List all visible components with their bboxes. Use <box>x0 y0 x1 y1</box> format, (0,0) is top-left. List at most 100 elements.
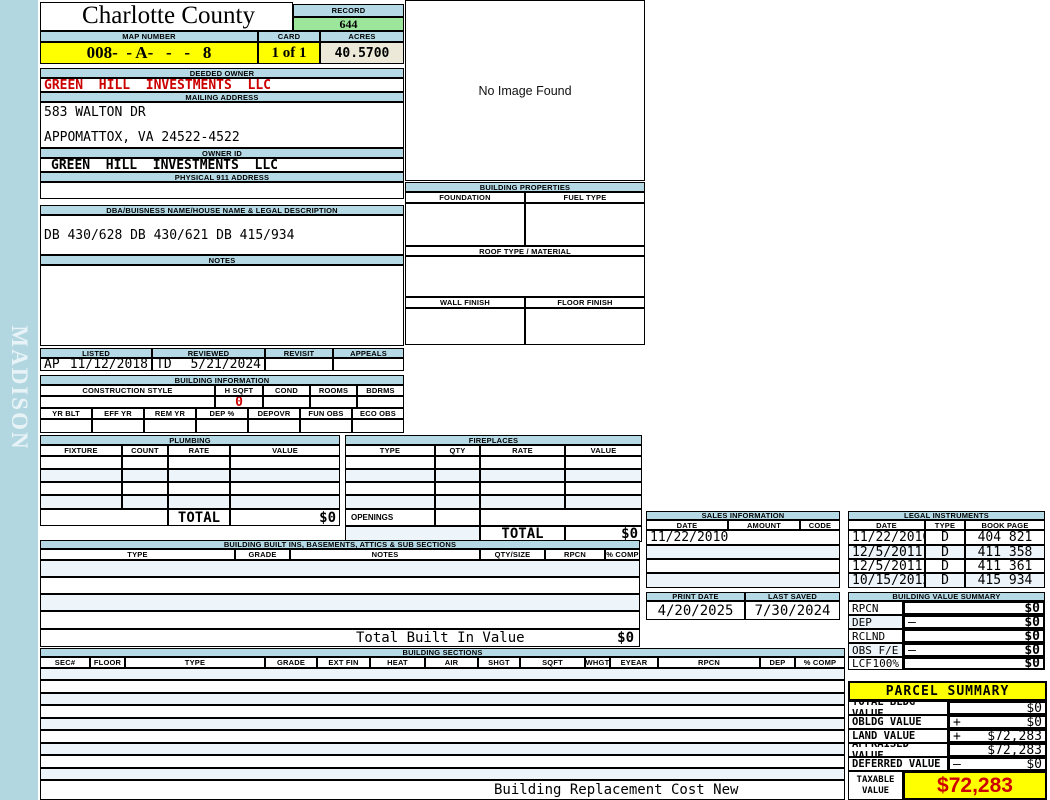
plumbing-total-row: TOTAL $0 <box>40 509 340 526</box>
builtins-row <box>40 577 640 594</box>
sales-row: 11/22/2010 <box>646 530 840 545</box>
print-values: 4/20/2025 7/30/2024 <box>646 601 840 620</box>
builtins-total-row: Total Built In Value $0 <box>40 629 640 647</box>
fireplaces-headers: TYPE QTY RATE VALUE <box>345 445 642 456</box>
property-photo-panel: No Image Found <box>405 0 645 181</box>
value-label: VALUE <box>230 445 340 456</box>
print-headers: PRINT DATE LAST SAVED <box>646 592 840 601</box>
fireplaces-openings-row: OPENINGS <box>345 509 642 526</box>
builtins-row <box>40 560 640 577</box>
building-sections-row <box>40 730 845 743</box>
foundation-value <box>405 203 525 246</box>
builtins-row <box>40 594 640 611</box>
sales-row <box>646 559 840 573</box>
appeals-label: APPEALS <box>333 348 404 358</box>
card-label: CARD <box>258 31 320 42</box>
mailing-address-label: MAILING ADDRESS <box>40 92 404 102</box>
roof-value <box>405 256 645 297</box>
fp-value-label: VALUE <box>565 445 642 456</box>
physical-address-value <box>40 182 404 199</box>
bi-notes-label: NOTES <box>290 549 480 560</box>
plumbing-total-value: $0 <box>230 509 340 526</box>
fp-rate-label: RATE <box>480 445 565 456</box>
legal-type-label: TYPE <box>925 520 965 530</box>
reviewed-code: TD <box>156 358 172 371</box>
ps-label: DEFERRED VALUE <box>848 757 948 771</box>
ps-value: $72,283 <box>987 743 1042 757</box>
bdrms-value <box>357 396 404 408</box>
mailing-line2: APPOMATTOX, VA 24522-4522 <box>44 130 240 145</box>
legal-row: 12/5/2011 D 411 361 <box>848 559 1045 573</box>
construction-style-label: CONSTRUCTION STYLE <box>40 385 215 396</box>
bvs-value: $0 <box>1024 629 1040 643</box>
bvs-value: $0 <box>1024 643 1040 657</box>
ps-op: + <box>953 715 961 729</box>
bp-cells-1 <box>405 203 645 246</box>
building-sections-headers: SEC# FLOOR TYPE GRADE EXT FIN HEAT AIR S… <box>40 657 845 668</box>
bi-qtysize-label: QTY/SIZE <box>480 549 545 560</box>
bvs-label: DEP <box>852 615 872 629</box>
fireplaces-row <box>345 456 642 469</box>
ps-label: LAND VALUE <box>848 729 948 743</box>
map-number-label: MAP NUMBER <box>40 31 258 42</box>
legal-date-label: DATE <box>848 520 925 530</box>
cond-label: COND <box>263 385 310 396</box>
no-image-text: No Image Found <box>478 83 572 98</box>
dba-label: DBA/BUISNESS NAME/HOUSE NAME & LEGAL DES… <box>40 205 404 215</box>
bvs-value: $0 <box>1024 601 1040 615</box>
fp-qty-label: QTY <box>435 445 480 456</box>
deeded-owner-label: DEEDED OWNER <box>40 68 404 78</box>
floor-finish-value <box>525 308 645 345</box>
map-number-value: 008- - A- - - 8 <box>40 42 258 64</box>
building-sections-row <box>40 742 845 756</box>
building-sections-row <box>40 717 845 731</box>
taxable-value-row: TAXABLE VALUE $72,283 <box>848 771 1047 800</box>
review-values: AP 11/12/2018 TD 5/21/2024 <box>40 358 404 371</box>
dep-label: DEP % <box>196 408 248 419</box>
fixture-label: FIXTURE <box>40 445 122 456</box>
builtins-headers: TYPE GRADE NOTES QTY/SIZE RPCN % COMP <box>40 549 640 560</box>
hsqft-label: H SQFT <box>215 385 263 396</box>
reviewed-label: REVIEWED <box>152 348 265 358</box>
ps-value: $0 <box>1026 715 1042 729</box>
bvs-label: RPCN <box>852 601 879 615</box>
building-sections-row <box>40 755 845 768</box>
sales-amount-label: AMOUNT <box>728 520 800 530</box>
revisit-value <box>265 358 333 371</box>
foundation-label: FOUNDATION <box>405 192 525 203</box>
bi-grade-label: GRADE <box>235 549 290 560</box>
sales-row <box>646 573 840 588</box>
notes-value <box>40 265 404 346</box>
print-date-value: 4/20/2025 <box>646 601 745 620</box>
physical-address-label: PHYSICAL 911 ADDRESS <box>40 172 404 182</box>
sales-row <box>646 545 840 559</box>
fireplaces-row <box>345 482 642 495</box>
print-date-label: PRINT DATE <box>646 592 745 601</box>
bvs-op: – <box>908 615 916 629</box>
building-sections-footer: Building Replacement Cost New <box>40 780 845 800</box>
building-sections-row <box>40 692 845 706</box>
building-information-title: BUILDING INFORMATION <box>40 375 404 385</box>
listed-code: AP <box>44 358 60 371</box>
yrblt-label: YR BLT <box>40 408 92 419</box>
taxable-value: $72,283 <box>903 771 1047 800</box>
wall-finish-value <box>405 308 525 345</box>
bvs-label: LCF <box>852 657 872 670</box>
listed-value: AP 11/12/2018 <box>40 358 152 371</box>
taxable-label: TAXABLE VALUE <box>848 771 903 800</box>
ps-label: APPRAISED VALUE <box>848 743 948 757</box>
fireplaces-row <box>345 495 642 509</box>
ps-value: $0 <box>1026 701 1042 715</box>
parcel-summary-title: PARCEL SUMMARY <box>848 681 1047 701</box>
mailing-address-box: 583 WALTON DR APPOMATTOX, VA 24522-4522 <box>40 102 404 148</box>
legal-title: LEGAL INSTRUMENTS <box>848 511 1045 520</box>
plumbing-row <box>40 482 340 495</box>
last-saved-value: 7/30/2024 <box>745 601 840 620</box>
legal-bookpage-label: BOOK PAGE <box>965 520 1045 530</box>
revisit-label: REVISIT <box>265 348 333 358</box>
property-record-card: MADISON Charlotte County Virginia Commis… <box>0 0 1050 800</box>
fp-type-label: TYPE <box>345 445 435 456</box>
owner-id-label: OWNER ID <box>40 148 404 158</box>
last-saved-label: LAST SAVED <box>745 592 840 601</box>
building-sections-row <box>40 668 845 681</box>
